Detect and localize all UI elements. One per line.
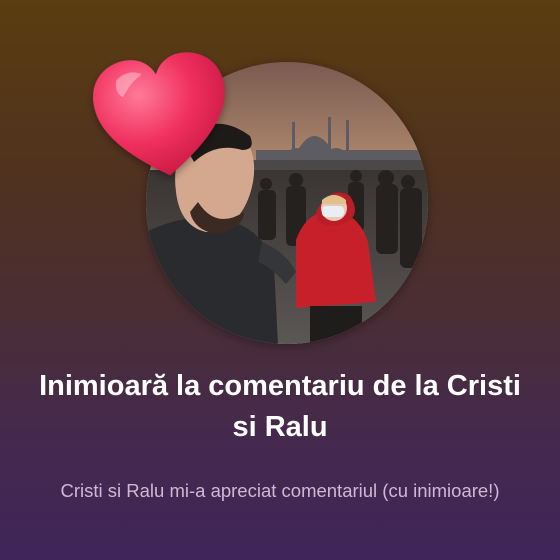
notification-card: Inimioară la comentariu de la Cristi si … <box>0 0 560 560</box>
notification-title: Inimioară la comentariu de la Cristi si … <box>39 370 521 443</box>
heart-icon <box>93 52 225 176</box>
notification-body: Cristi si Ralu mi-a apreciat comentariul… <box>60 480 500 501</box>
